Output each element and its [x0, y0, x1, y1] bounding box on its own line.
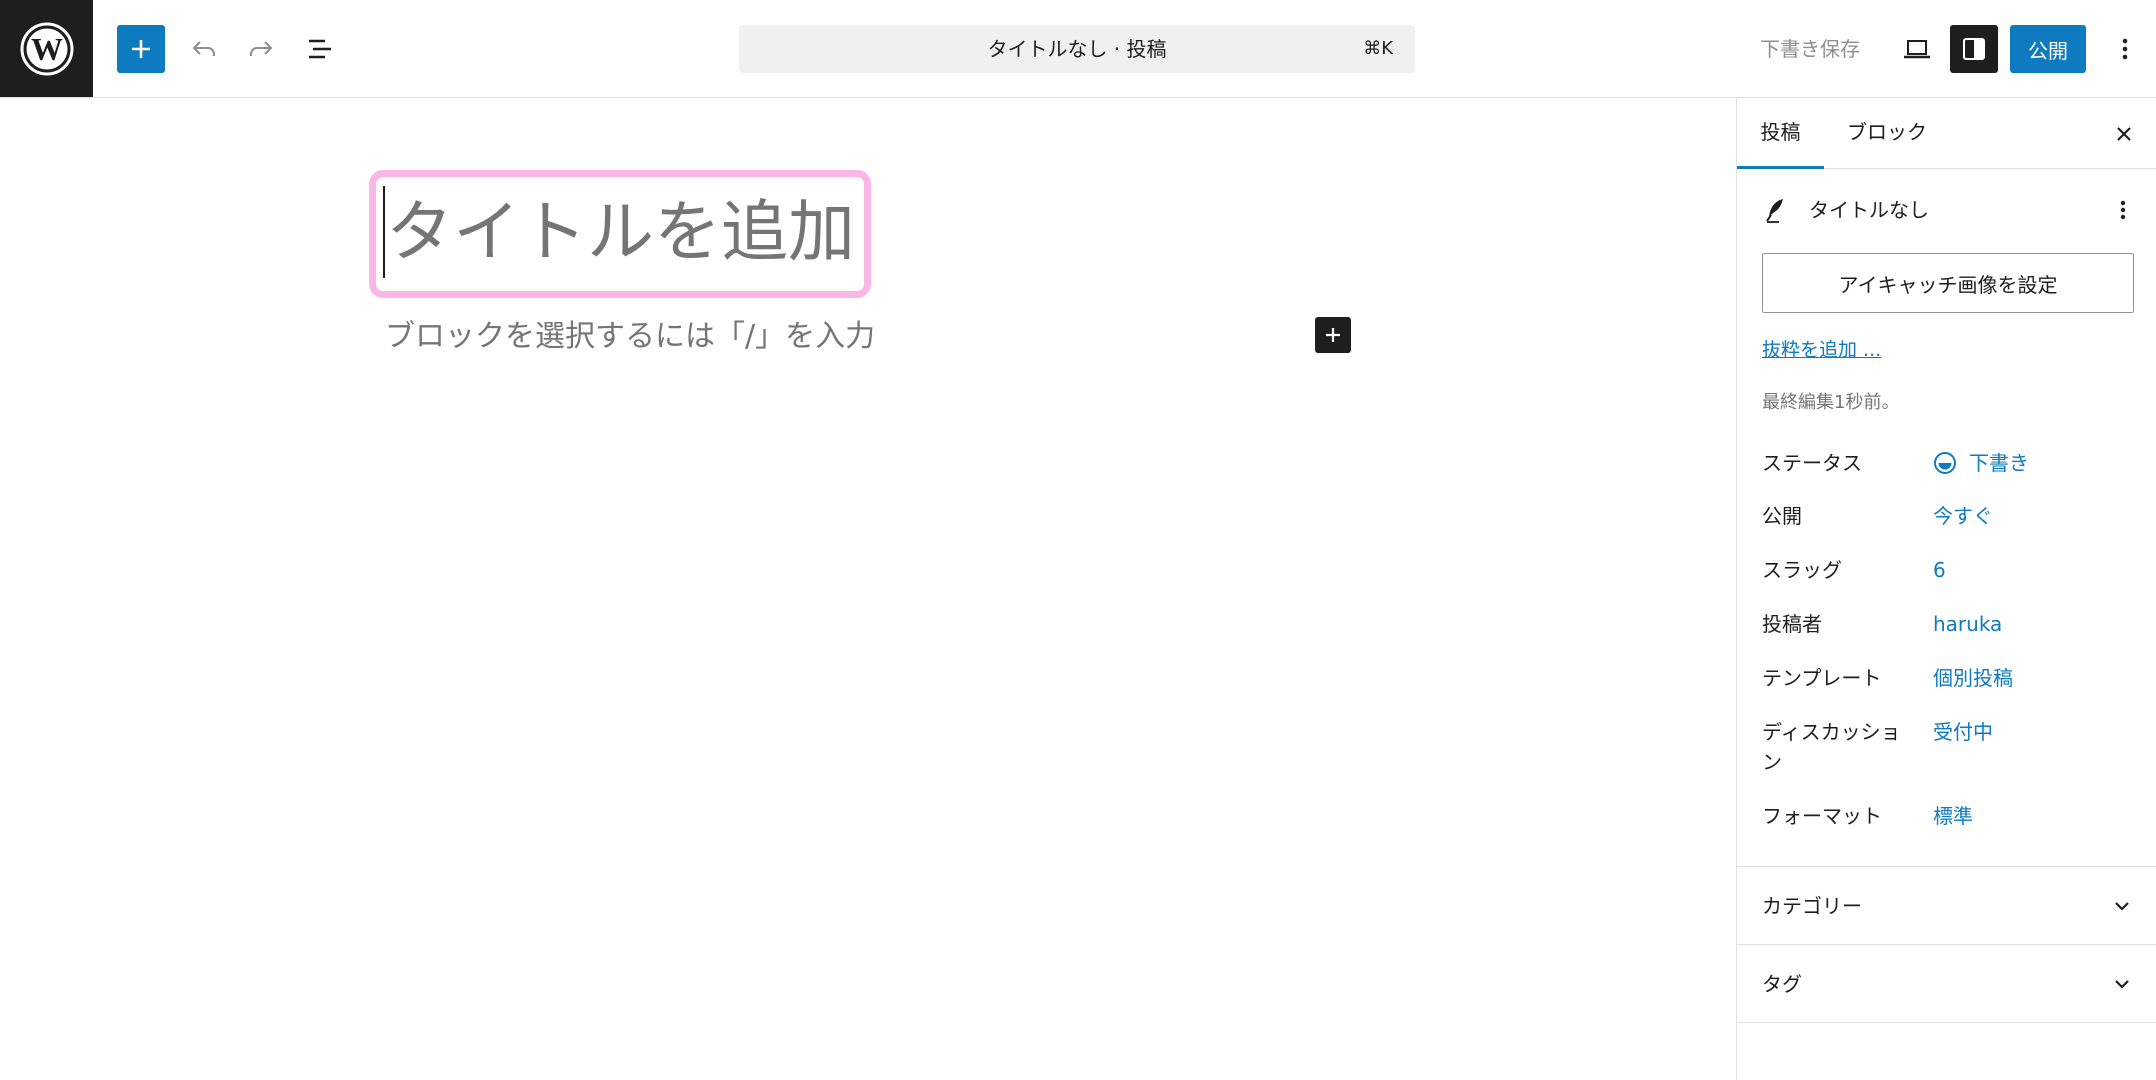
- list-view-icon: [309, 39, 331, 59]
- post-actions-button[interactable]: [2107, 193, 2139, 227]
- post-card-title: タイトルなし: [1809, 198, 1929, 222]
- template-label: テンプレート: [1762, 666, 1882, 690]
- author-value[interactable]: haruka: [1933, 609, 2002, 639]
- categories-panel-title: カテゴリー: [1762, 894, 1862, 918]
- slug-label: スラッグ: [1762, 558, 1842, 582]
- settings-toggle-button[interactable]: [1950, 25, 1998, 73]
- more-vertical-icon: [2120, 200, 2126, 220]
- block-inserter-button[interactable]: [117, 25, 165, 73]
- discussion-label: ディスカッション: [1762, 720, 1901, 774]
- chevron-down-icon: [2115, 902, 2129, 911]
- status-draft-icon: [1934, 452, 1956, 474]
- last-edited-text: 最終編集1秒前。: [1762, 392, 1900, 413]
- preview-button[interactable]: [1896, 28, 1938, 70]
- slug-value[interactable]: 6: [1933, 555, 1946, 585]
- tags-toggle[interactable]: [2107, 969, 2137, 999]
- redo-icon: [250, 41, 273, 56]
- status-value-button[interactable]: 下書き: [1933, 448, 2029, 478]
- tags-panel[interactable]: タグ: [1737, 945, 2156, 1023]
- undo-icon: [192, 41, 215, 56]
- post-title-placeholder[interactable]: タイトルを追加: [386, 180, 855, 284]
- text-caret: [383, 186, 385, 278]
- desktop-preview-icon: [1904, 40, 1930, 59]
- tags-panel-title: タグ: [1762, 972, 1802, 996]
- command-shortcut: ⌘K: [1363, 38, 1393, 59]
- svg-text:W: W: [31, 31, 63, 67]
- wordpress-logo-icon: W: [20, 22, 73, 75]
- add-block-button[interactable]: [1315, 317, 1351, 353]
- sidebar-toggle-icon: [1963, 38, 1985, 60]
- tab-post[interactable]: 投稿: [1737, 98, 1824, 169]
- categories-panel[interactable]: カテゴリー: [1737, 867, 2156, 945]
- author-label: 投稿者: [1762, 612, 1822, 636]
- format-label: フォーマット: [1762, 804, 1882, 828]
- plus-icon: [132, 40, 150, 58]
- discussion-value[interactable]: 受付中: [1933, 717, 1993, 747]
- chevron-down-icon: [2115, 980, 2129, 989]
- options-menu-button[interactable]: [2104, 28, 2146, 70]
- publish-button[interactable]: 公開: [2010, 25, 2086, 73]
- document-overview-button[interactable]: [300, 28, 342, 70]
- sidebar-tabs: 投稿 ブロック: [1737, 98, 2156, 169]
- wordpress-logo-button[interactable]: W: [0, 0, 93, 97]
- format-value[interactable]: 標準: [1933, 801, 1973, 831]
- undo-button[interactable]: [183, 28, 225, 70]
- post-summary-panel: タイトルなし アイキャッチ画像を設定 抜粋を追加 ... 最終編集1秒前。 ステ…: [1737, 169, 2156, 867]
- status-label: ステータス: [1762, 451, 1862, 475]
- more-vertical-icon: [2122, 38, 2128, 60]
- template-value[interactable]: 個別投稿: [1933, 663, 2013, 693]
- settings-sidebar: 投稿 ブロック タイトルなし アイキャッチ画像を設定 抜粋を追加 ... 最終編…: [1736, 98, 2156, 1080]
- close-settings-button[interactable]: [2104, 114, 2144, 154]
- paragraph-placeholder[interactable]: ブロックを選択するには「/」を入力: [385, 312, 875, 362]
- editor-header: W タイトルなし · 投稿 ⌘K 下書き保存 公開: [0, 0, 2156, 98]
- close-icon: [2117, 127, 2131, 141]
- feather-post-icon: [1766, 199, 1783, 223]
- add-excerpt-link[interactable]: 抜粋を追加 ...: [1762, 335, 1881, 365]
- redo-button[interactable]: [240, 28, 282, 70]
- command-bar[interactable]: タイトルなし · 投稿 ⌘K: [739, 25, 1415, 73]
- publish-date-value[interactable]: 今すぐ: [1933, 501, 1993, 531]
- save-draft-button[interactable]: 下書き保存: [1760, 25, 1860, 73]
- set-featured-image-button[interactable]: アイキャッチ画像を設定: [1762, 253, 2134, 313]
- document-title: タイトルなし · 投稿: [987, 37, 1167, 61]
- status-value: 下書き: [1969, 451, 2029, 475]
- tab-block[interactable]: ブロック: [1837, 98, 1937, 169]
- categories-toggle[interactable]: [2107, 891, 2137, 921]
- plus-icon: [1326, 328, 1340, 342]
- publish-date-label: 公開: [1762, 504, 1802, 528]
